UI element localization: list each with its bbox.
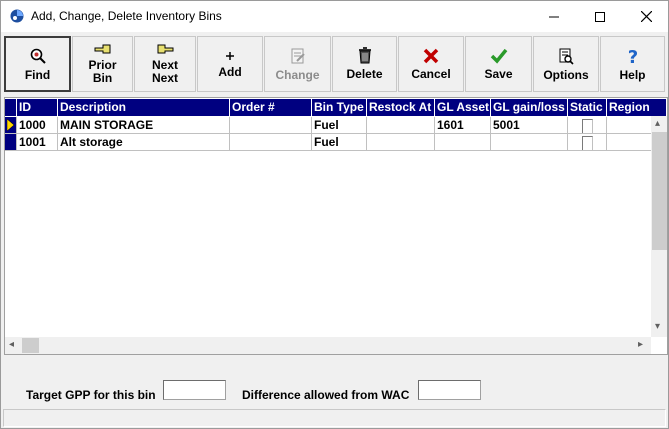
close-button[interactable] — [623, 1, 668, 32]
column-header-bin-type[interactable]: Bin Type — [312, 99, 367, 116]
plus-icon — [226, 51, 234, 60]
bins-grid[interactable]: ID Description Order # Bin Type Restock … — [4, 97, 668, 355]
table-row[interactable]: 1001 Alt storage Fuel — [5, 134, 667, 151]
delete-button[interactable]: Delete — [332, 36, 397, 92]
column-header-gl-gain-loss[interactable]: GL gain/loss — [491, 99, 568, 116]
current-row-arrow-icon — [7, 119, 15, 131]
cell-restock-at[interactable] — [367, 117, 435, 134]
row-indicator — [5, 117, 17, 134]
bin-settings-panel: Target GPP for this bin Difference allow… — [1, 357, 668, 428]
header-indicator-cell — [5, 99, 17, 116]
cell-gl-gain-loss[interactable] — [491, 134, 568, 151]
grid-header: ID Description Order # Bin Type Restock … — [5, 99, 667, 116]
horizontal-scrollbar[interactable]: ◂ ▸ — [5, 337, 651, 354]
cancel-button[interactable]: Cancel — [398, 36, 464, 92]
next-button[interactable]: Next Next — [134, 36, 196, 92]
next-label: Next Next — [151, 58, 178, 85]
scroll-right-arrow-icon[interactable]: ▸ — [638, 339, 643, 350]
edit-document-icon — [291, 48, 305, 63]
find-button[interactable]: Find — [4, 36, 71, 92]
status-bar — [3, 409, 666, 427]
options-label: Options — [543, 67, 589, 82]
column-header-gl-asset[interactable]: GL Asset — [435, 99, 491, 116]
prior-bin-button[interactable]: Prior Bin — [72, 36, 133, 92]
add-button[interactable]: Add — [197, 36, 263, 92]
cell-bin-type[interactable]: Fuel — [312, 134, 367, 151]
scroll-up-arrow-icon[interactable]: ▴ — [655, 118, 660, 129]
table-row[interactable]: 1000 MAIN STORAGE Fuel 1601 5001 — [5, 117, 667, 134]
difference-allowed-label: Difference allowed from WAC — [242, 388, 410, 402]
options-icon — [559, 48, 574, 65]
cell-order[interactable] — [230, 134, 312, 151]
cell-description[interactable]: Alt storage — [58, 134, 230, 151]
vertical-scrollbar[interactable]: ▴ ▾ — [651, 116, 667, 337]
window-title: Add, Change, Delete Inventory Bins — [31, 9, 222, 23]
cell-gl-asset[interactable] — [435, 134, 491, 151]
cell-static — [568, 117, 607, 134]
help-button[interactable]: ? Help — [600, 36, 665, 92]
title-bar: Add, Change, Delete Inventory Bins — [1, 1, 668, 32]
scroll-down-arrow-icon[interactable]: ▾ — [655, 321, 660, 332]
question-mark-icon: ? — [627, 47, 637, 65]
find-label: Find — [24, 67, 51, 82]
row-indicator — [5, 134, 17, 151]
trash-icon — [358, 47, 371, 64]
cell-static — [568, 134, 607, 151]
point-right-icon — [157, 44, 174, 54]
app-logo-icon — [10, 9, 24, 23]
red-x-icon — [423, 48, 439, 63]
cell-id[interactable]: 1001 — [17, 134, 58, 151]
maximize-icon — [595, 11, 605, 22]
column-header-description[interactable]: Description — [58, 99, 230, 116]
column-header-order[interactable]: Order # — [230, 99, 312, 116]
column-header-id[interactable]: ID — [17, 99, 58, 116]
cell-gl-gain-loss[interactable]: 5001 — [491, 117, 568, 134]
cell-restock-at[interactable] — [367, 134, 435, 151]
difference-allowed-input[interactable] — [418, 380, 481, 400]
magnifier-icon — [30, 48, 46, 64]
help-label: Help — [619, 67, 646, 82]
vertical-scroll-thumb[interactable] — [652, 132, 667, 250]
horizontal-scroll-thumb[interactable] — [22, 338, 39, 353]
static-checkbox[interactable] — [581, 119, 593, 133]
cell-id[interactable]: 1000 — [17, 117, 58, 134]
save-label: Save — [484, 66, 513, 81]
app-window: Add, Change, Delete Inventory Bins Find … — [0, 0, 669, 429]
target-gpp-label: Target GPP for this bin — [26, 388, 156, 402]
green-check-icon — [490, 48, 507, 64]
column-header-restock-at[interactable]: Restock At — [367, 99, 435, 116]
cell-gl-asset[interactable]: 1601 — [435, 117, 491, 134]
options-button[interactable]: Options — [533, 36, 599, 92]
prior-bin-label: Prior Bin — [88, 58, 117, 85]
close-icon — [640, 11, 652, 22]
scroll-left-arrow-icon[interactable]: ◂ — [9, 339, 14, 350]
cancel-label: Cancel — [411, 66, 451, 81]
column-header-region[interactable]: Region — [607, 99, 667, 116]
minimize-button[interactable] — [531, 1, 577, 32]
cell-order[interactable] — [230, 117, 312, 134]
cell-bin-type[interactable]: Fuel — [312, 117, 367, 134]
delete-label: Delete — [346, 67, 383, 81]
toolbar: Find Prior Bin Next Next Add Change Dele… — [1, 34, 668, 94]
point-left-icon — [94, 44, 110, 54]
maximize-button[interactable] — [577, 1, 623, 32]
svg-text:?: ? — [627, 47, 637, 65]
change-label: Change — [275, 67, 320, 82]
change-button[interactable]: Change — [264, 36, 331, 92]
add-label: Add — [218, 64, 242, 79]
cell-description[interactable]: MAIN STORAGE — [58, 117, 230, 134]
column-header-static[interactable]: Static — [568, 99, 607, 116]
static-checkbox[interactable] — [581, 136, 593, 150]
target-gpp-input[interactable] — [163, 380, 226, 400]
save-button[interactable]: Save — [465, 36, 532, 92]
minimize-icon — [549, 16, 559, 17]
